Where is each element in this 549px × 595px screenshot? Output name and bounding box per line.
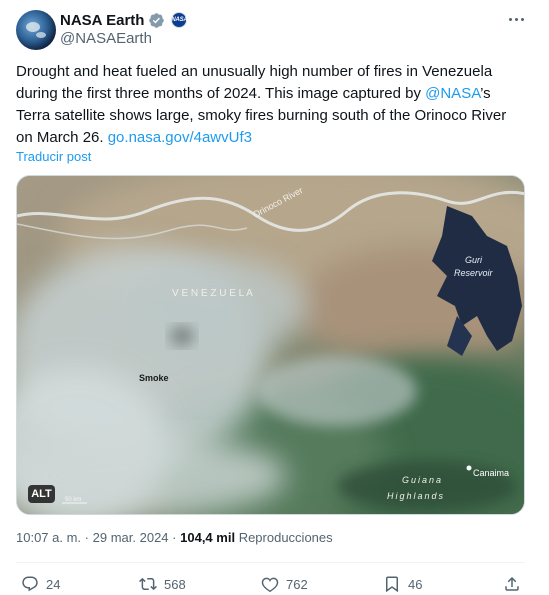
- reservoir-label-line2: Reservoir: [454, 268, 494, 278]
- post-date[interactable]: 29 mar. 2024: [93, 530, 169, 545]
- post-text-part-1: Drought and heat fueled an unusually hig…: [16, 63, 493, 102]
- like-count: 762: [286, 576, 308, 592]
- post-text: Drought and heat fueled an unusually hig…: [16, 61, 526, 149]
- post-link[interactable]: go.nasa.gov/4awvUf3: [108, 129, 252, 146]
- translate-post-link[interactable]: Traducir post: [16, 149, 91, 164]
- more-options-icon[interactable]: [506, 10, 526, 28]
- author-handle[interactable]: @NASAEarth: [60, 30, 152, 47]
- actions-divider: [16, 562, 525, 563]
- reply-button[interactable]: 24: [21, 574, 60, 594]
- author-display-name[interactable]: NASA Earth: [60, 12, 144, 29]
- repost-button[interactable]: 568: [139, 574, 186, 594]
- reservoir-label-line1: Guri: [465, 255, 483, 265]
- bookmark-count: 46: [408, 576, 423, 592]
- post-time[interactable]: 10:07 a. m.: [16, 530, 81, 545]
- share-button[interactable]: [503, 574, 521, 594]
- post-metadata: 10:07 a. m. · 29 mar. 2024 · 104,4 mil R…: [16, 530, 333, 545]
- mention-link[interactable]: @NASA: [425, 85, 480, 102]
- action-bar: 24 568 762 46: [0, 574, 549, 594]
- bookmark-button[interactable]: 46: [383, 574, 422, 594]
- repost-icon: [139, 577, 157, 591]
- alt-text-badge[interactable]: ALT: [28, 485, 55, 503]
- smoke-label: Smoke: [139, 373, 169, 383]
- meta-separator: ·: [84, 530, 90, 545]
- verified-badge-icon[interactable]: [148, 12, 165, 29]
- scale-bar-label: 50 km: [65, 497, 81, 503]
- highlands-label-line2: Highlands: [387, 491, 445, 501]
- view-count: 104,4 mil: [180, 530, 236, 545]
- views-label: Reproducciones: [238, 530, 333, 545]
- like-button[interactable]: 762: [261, 574, 308, 594]
- heart-icon: [261, 577, 279, 593]
- satellite-map-graphic: Orinoco River V E N E Z U E L A Guri Res…: [17, 176, 524, 514]
- post-card: NASA Earth NASA @NASAEarth Drought and h…: [0, 0, 549, 595]
- satellite-image[interactable]: Orinoco River V E N E Z U E L A Guri Res…: [16, 175, 525, 515]
- author-name-row: NASA Earth NASA: [60, 10, 188, 30]
- reply-icon: [22, 576, 38, 592]
- town-label: Canaima: [473, 468, 509, 478]
- author-avatar[interactable]: [16, 10, 56, 50]
- nasa-affiliate-icon[interactable]: NASA: [171, 12, 188, 28]
- bookmark-icon: [386, 576, 398, 593]
- repost-count: 568: [164, 576, 186, 592]
- share-icon: [505, 576, 519, 591]
- reply-count: 24: [46, 576, 61, 592]
- country-label: V E N E Z U E L A: [172, 288, 253, 299]
- meta-separator-2: ·: [172, 530, 177, 545]
- highlands-label-line1: Guiana: [402, 475, 443, 485]
